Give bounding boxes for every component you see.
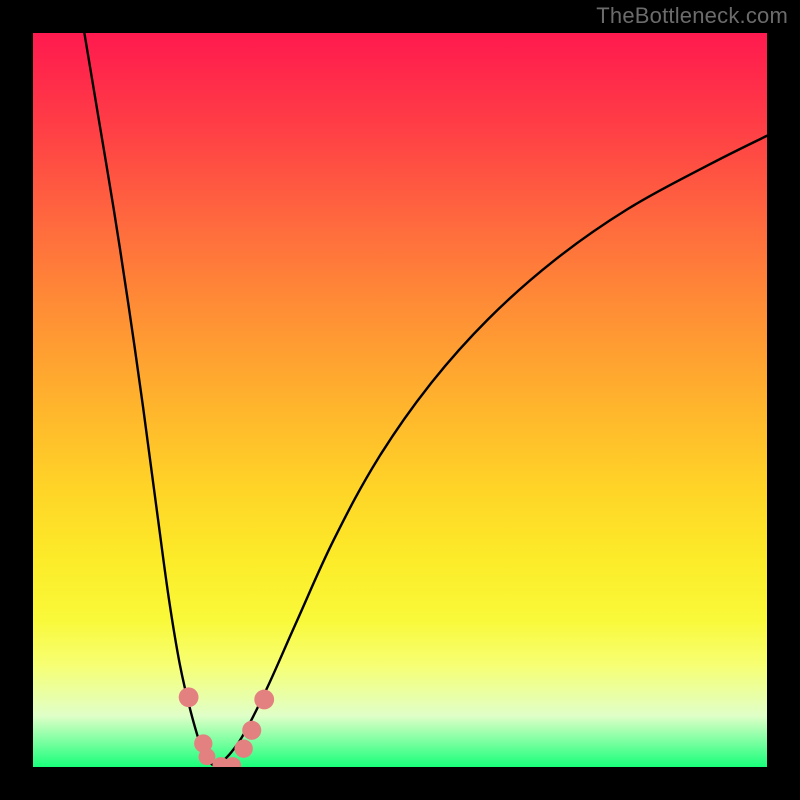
right-dot-3: [254, 690, 274, 710]
curve-right-branch: [217, 136, 768, 767]
right-dot-1: [234, 739, 252, 757]
curve-left-branch: [84, 33, 216, 767]
watermark-text: TheBottleneck.com: [596, 3, 788, 29]
left-dot-3: [199, 748, 216, 765]
plot-area: [33, 33, 767, 767]
curve-markers: [179, 687, 274, 767]
chart-frame: TheBottleneck.com: [0, 0, 800, 800]
right-dot-2: [242, 721, 261, 740]
curve-layer: [33, 33, 767, 767]
left-dot-1: [179, 687, 199, 707]
